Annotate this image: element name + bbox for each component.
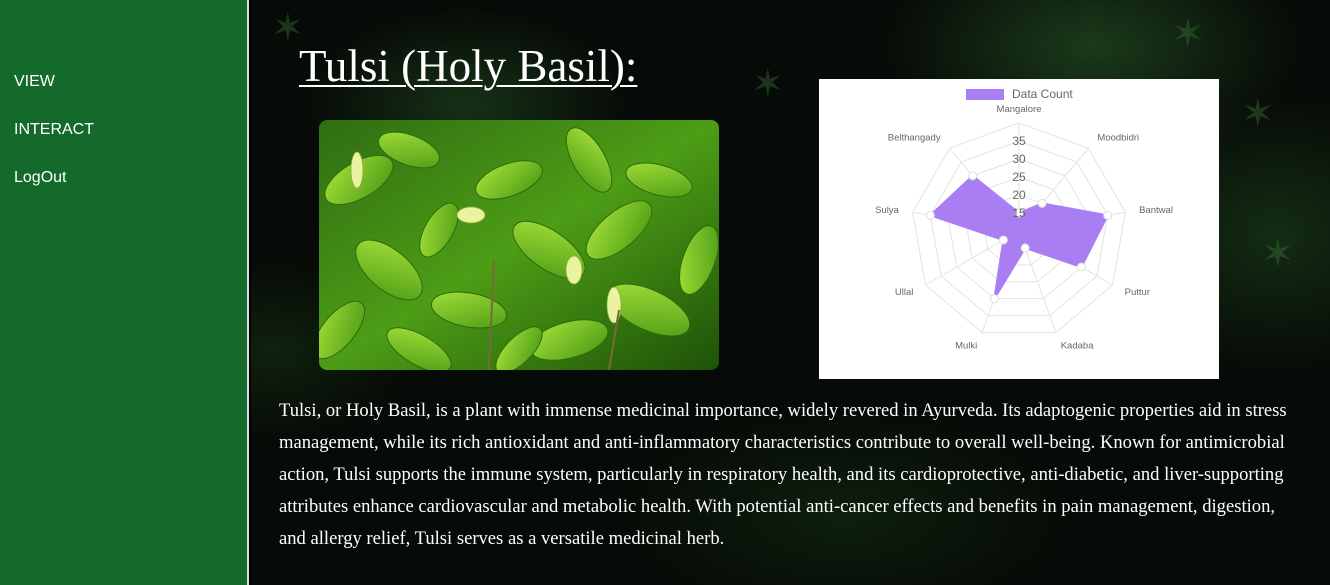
leaf-decoration: ✶ <box>1241 91 1275 136</box>
radar-tick-label: 30 <box>1012 152 1026 166</box>
radar-category-label: Ullal <box>895 287 913 298</box>
radar-data-point <box>1037 198 1047 208</box>
radar-data-point <box>998 235 1008 245</box>
radar-tick-label: 25 <box>1012 170 1026 184</box>
radar-category-label: Moodbidri <box>1097 133 1139 144</box>
legend-label: Data Count <box>1012 87 1073 101</box>
plant-description: Tulsi, or Holy Basil, is a plant with im… <box>279 400 1287 549</box>
radar-tick-label: 20 <box>1012 188 1026 202</box>
radar-category-label: Mulki <box>955 341 977 352</box>
page-title: Tulsi (Holy Basil): <box>299 41 638 91</box>
legend-swatch <box>966 89 1004 100</box>
radar-category-label: Sulya <box>875 205 899 216</box>
radar-category-label: Bantwal <box>1139 205 1173 216</box>
radar-tick-label: 15 <box>1012 206 1026 220</box>
radar-data-point <box>925 210 935 220</box>
radar-data-point <box>1103 210 1113 220</box>
radar-data-point <box>1020 243 1030 253</box>
nav-logout[interactable]: LogOut <box>14 169 66 187</box>
leaf-decoration: ✶ <box>1261 231 1295 276</box>
leaf-decoration: ✶ <box>751 61 785 106</box>
nav-interact[interactable]: INTERACT <box>14 121 94 139</box>
radar-data-point <box>1076 262 1086 272</box>
radar-category-label: Puttur <box>1125 287 1150 298</box>
radar-tick-label: 35 <box>1012 134 1026 148</box>
radar-category-label: Mangalore <box>997 104 1042 115</box>
radar-data-point <box>968 171 978 181</box>
radar-data-point <box>989 294 999 304</box>
radar-category-label: Belthangady <box>888 133 941 144</box>
main-content: ✶ ✶ ✶ ✶ ✶ ✶ Tulsi (Holy Basil): <box>251 0 1330 585</box>
plant-photo <box>319 120 719 370</box>
leaf-decoration: ✶ <box>1171 11 1205 56</box>
radar-chart: 15 20 25 30 35 Mangalore Moodbidri Bantwal Puttu… <box>819 79 1219 379</box>
radar-category-label: Kadaba <box>1061 341 1094 352</box>
nav-view[interactable]: VIEW <box>14 73 55 91</box>
sidebar: VIEW INTERACT LogOut <box>0 0 249 585</box>
radar-chart-svg: 15 20 25 30 35 Mangalore Moodbidri Bantwal Puttu… <box>875 87 1173 352</box>
